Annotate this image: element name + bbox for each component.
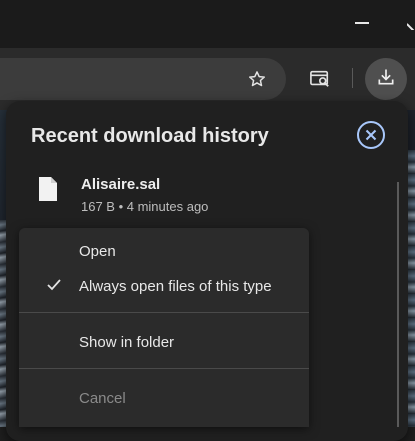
panel-title: Recent download history [31,125,269,147]
menu-divider [19,368,309,369]
menu-item-show-in-folder[interactable]: Show in folder [79,334,174,351]
scrollbar[interactable] [397,182,399,427]
minimize-button[interactable] [355,22,369,24]
toolbar-divider [352,68,353,88]
menu-divider [19,312,309,313]
star-icon[interactable] [244,66,270,92]
menu-item-open[interactable]: Open [79,243,116,260]
check-icon [46,278,62,292]
window-close-button[interactable] [407,18,415,30]
download-file-name[interactable]: Alisaire.sal [81,176,160,193]
context-menu [19,228,309,427]
close-circle-icon[interactable] [357,121,385,149]
menu-item-always-open[interactable]: Always open files of this type [79,278,272,295]
tab-search-icon[interactable] [307,66,333,92]
title-bar [0,0,415,48]
download-button[interactable] [365,58,407,100]
download-icon [376,67,396,92]
download-file-meta: 167 B • 4 minutes ago [81,199,209,214]
file-icon [38,176,58,202]
menu-item-cancel[interactable]: Cancel [79,390,126,407]
